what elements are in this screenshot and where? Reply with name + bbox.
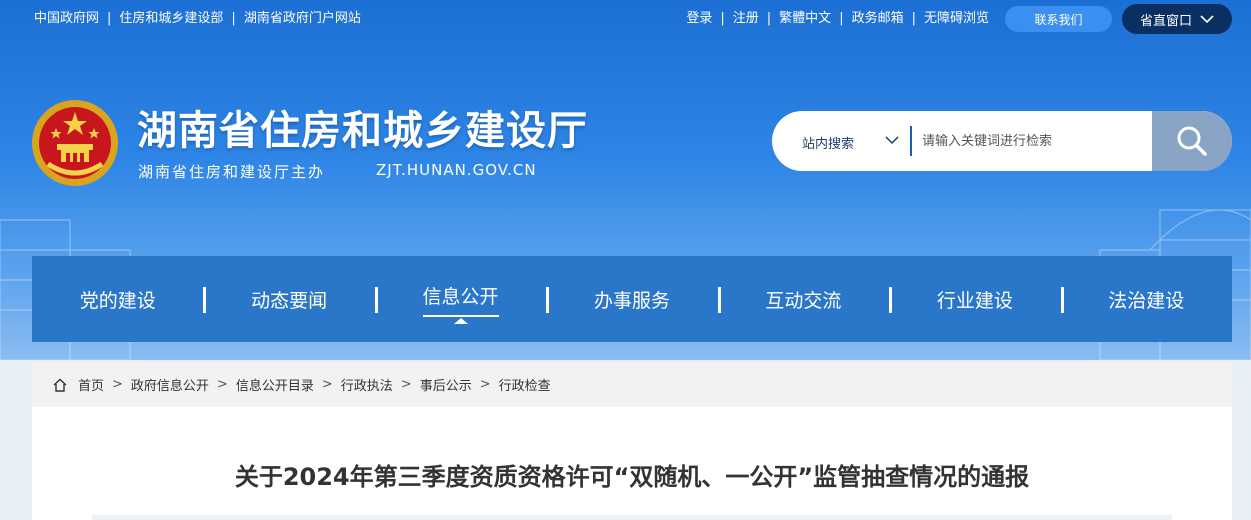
nav-item-services[interactable]: 办事服务: [546, 256, 717, 342]
divider: [92, 515, 1172, 520]
nav-item-industry[interactable]: 行业建设: [889, 256, 1060, 342]
nav-item-label: 互动交流: [765, 289, 842, 312]
nav-item-label: 动态要闻: [251, 289, 328, 312]
register-link[interactable]: 注册: [733, 11, 759, 27]
breadcrumb-admin-inspection[interactable]: 行政检查: [499, 375, 551, 394]
nav-item-interaction[interactable]: 互动交流: [717, 256, 889, 342]
nav-item-label: 办事服务: [593, 289, 670, 312]
search-box: 站内搜索: [772, 111, 1232, 171]
search-scope-select[interactable]: 站内搜索: [802, 133, 854, 152]
top-links-left: 中国政府网 | 住房和城乡建设部 | 湖南省政府门户网站: [34, 11, 361, 27]
divider: |: [720, 11, 725, 26]
active-caret: [453, 318, 468, 324]
chevron-down-icon: [1200, 14, 1214, 23]
divider: |: [911, 11, 916, 26]
site-url: ZJT.HUNAN.GOV.CN: [376, 161, 537, 179]
nav-item-label: 行业建设: [936, 289, 1013, 312]
site-subtitle: 湖南省住房和建设厅主办: [138, 163, 326, 181]
breadcrumb-home[interactable]: 首页: [78, 375, 104, 394]
link-hunan-gov[interactable]: 湖南省政府门户网站: [244, 11, 361, 27]
breadcrumb: 首页 > 政府信息公开 > 信息公开目录 > 行政执法 > 事后公示 > 行政检…: [32, 362, 1232, 407]
search-button[interactable]: [1152, 111, 1232, 171]
breadcrumb-separator: >: [112, 377, 123, 392]
top-links-right: 登录 | 注册 | 繁體中文 | 政务邮箱 | 无障碍浏览: [686, 11, 989, 27]
province-window-label: 省直窗口: [1139, 13, 1192, 29]
national-emblem-icon: [32, 100, 118, 186]
breadcrumb-separator: >: [216, 377, 228, 392]
breadcrumb-post-publicity[interactable]: 事后公示: [420, 375, 472, 394]
search-divider: [910, 126, 912, 156]
breadcrumb-separator: >: [479, 377, 491, 392]
link-gov-cn[interactable]: 中国政府网: [34, 11, 99, 27]
nav-item-label: 党的建设: [79, 289, 156, 312]
nav-item-party-building[interactable]: 党的建设: [32, 256, 203, 342]
contact-us-label: 联系我们: [1034, 12, 1083, 27]
home-icon[interactable]: [52, 377, 68, 393]
search-icon: [1177, 126, 1207, 156]
search-input[interactable]: [920, 125, 1150, 157]
breadcrumb-separator: >: [400, 377, 412, 392]
breadcrumb-admin-enforcement[interactable]: 行政执法: [341, 375, 393, 394]
gov-mail-link[interactable]: 政务邮箱: [852, 11, 904, 27]
divider: |: [231, 11, 236, 26]
nav-item-label: 法治建设: [1108, 289, 1185, 312]
site-title[interactable]: 湖南省住房和城乡建设厅: [137, 98, 588, 156]
main-nav: 党的建设 动态要闻 信息公开 办事服务 互动交流 行业建设 法治建设: [32, 256, 1232, 342]
contact-us-button[interactable]: 联系我们: [1005, 6, 1112, 32]
breadcrumb-gov-info[interactable]: 政府信息公开: [131, 375, 209, 394]
breadcrumb-info-catalog[interactable]: 信息公开目录: [236, 375, 314, 394]
province-window-button[interactable]: 省直窗口: [1122, 4, 1232, 34]
article-content: 关于2024年第三季度资质资格许可“双随机、一公开”监管抽查情况的通报: [32, 407, 1232, 520]
divider: |: [839, 11, 844, 26]
link-mohurd[interactable]: 住房和城乡建设部: [119, 11, 223, 27]
nav-item-label: 信息公开: [422, 282, 499, 317]
nav-item-rule-of-law[interactable]: 法治建设: [1060, 256, 1232, 342]
traditional-chinese-link[interactable]: 繁體中文: [779, 11, 831, 27]
nav-item-info-disclosure[interactable]: 信息公开: [374, 256, 546, 342]
login-link[interactable]: 登录: [686, 11, 712, 27]
top-bar: 中国政府网 | 住房和城乡建设部 | 湖南省政府门户网站 登录 | 注册 | 繁…: [0, 0, 1251, 38]
article-title: 关于2024年第三季度资质资格许可“双随机、一公开”监管抽查情况的通报: [234, 463, 1030, 491]
chevron-down-icon[interactable]: [885, 135, 899, 145]
divider: |: [766, 11, 772, 26]
breadcrumb-separator: >: [321, 377, 333, 392]
divider: |: [107, 11, 112, 26]
nav-item-news[interactable]: 动态要闻: [203, 256, 374, 342]
accessibility-link[interactable]: 无障碍浏览: [924, 11, 989, 27]
